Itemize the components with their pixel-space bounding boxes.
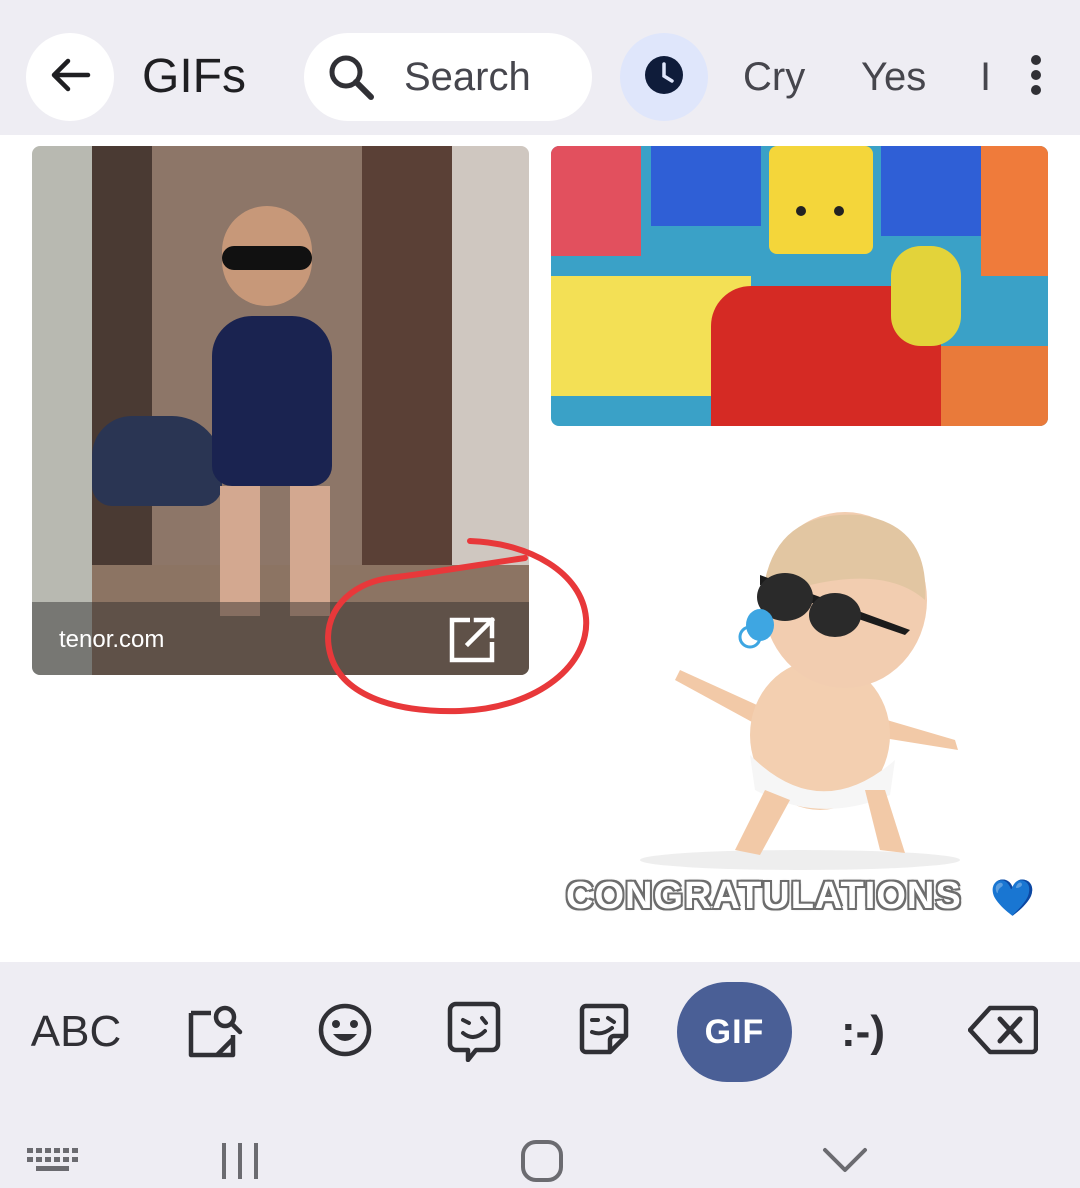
gif-scene-baby-figure <box>640 512 960 870</box>
sticker-search-button[interactable] <box>186 1004 244 1062</box>
blue-heart-emoji: 💙 <box>990 877 1035 918</box>
category-chip-cry[interactable]: Cry <box>743 52 805 102</box>
recents-nav-button[interactable] <box>216 1141 264 1186</box>
hide-keyboard-button[interactable] <box>822 1146 868 1179</box>
home-nav-icon <box>520 1139 564 1188</box>
sticker-button[interactable] <box>578 1002 630 1061</box>
gif-scene-lego-eye <box>796 206 806 216</box>
gif-scene-sunglasses <box>222 246 312 270</box>
gif-scene-kid-body <box>212 316 332 486</box>
sticker-icon <box>578 1002 630 1061</box>
gif-result-dancing-kid[interactable]: tenor.com <box>32 146 529 675</box>
backspace-button[interactable] <box>967 1004 1039 1061</box>
gif-header-bar: GIFs Search Cry Yes I <box>0 0 1080 135</box>
gif-scene-lego-head <box>769 146 873 254</box>
gif-scene-brick <box>551 146 641 256</box>
gif-result-lego-figure[interactable] <box>551 146 1048 426</box>
emoji-button[interactable] <box>317 1002 373 1063</box>
gif-scene-brick <box>651 146 761 226</box>
search-icon <box>324 50 378 104</box>
bitmoji-icon <box>446 1000 502 1067</box>
gif-scene-bag <box>92 416 222 506</box>
search-input[interactable]: Search <box>304 33 592 121</box>
gif-scene-kid-legs <box>220 486 330 616</box>
gif-source-label: tenor.com <box>59 626 165 653</box>
gif-scene-lego-eye <box>834 206 844 216</box>
recent-tab[interactable] <box>620 33 708 121</box>
clock-icon <box>644 55 684 100</box>
open-external-button[interactable] <box>446 616 498 668</box>
gif-caption: CONGRATULATIONS <box>566 875 962 917</box>
chevron-down-icon <box>822 1146 868 1179</box>
category-chip-partial[interactable]: I <box>980 52 994 102</box>
category-chip-yes[interactable]: Yes <box>861 52 926 102</box>
keyboard-icon <box>26 1146 78 1181</box>
page-title: GIFs <box>142 50 246 103</box>
gif-scene-lego-hand <box>891 246 961 346</box>
gif-scene-brick <box>881 146 981 236</box>
recents-nav-icon <box>216 1141 264 1186</box>
backspace-icon <box>967 1004 1039 1061</box>
abc-keyboard-button[interactable]: ABC <box>26 1005 126 1059</box>
emoticon-button[interactable]: :-) <box>832 1004 894 1060</box>
bitmoji-button[interactable] <box>446 1000 502 1067</box>
more-options-button[interactable] <box>1012 42 1060 112</box>
gif-tab-button[interactable]: GIF <box>677 982 792 1082</box>
back-button[interactable] <box>26 33 114 121</box>
gif-scene-brick <box>941 346 1048 426</box>
home-nav-button[interactable] <box>520 1139 564 1188</box>
arrow-left-icon <box>48 53 92 102</box>
emoji-icon <box>317 1002 373 1063</box>
more-vert-icon <box>1029 53 1043 102</box>
keyboard-switch-button[interactable] <box>26 1146 78 1181</box>
gif-result-dancing-baby[interactable]: CONGRATULATIONS 💙 <box>560 505 1040 935</box>
gif-scene-brick <box>981 146 1048 276</box>
search-placeholder: Search <box>404 54 531 99</box>
sticker-search-icon <box>187 1003 243 1064</box>
open-in-new-icon <box>448 616 496 669</box>
